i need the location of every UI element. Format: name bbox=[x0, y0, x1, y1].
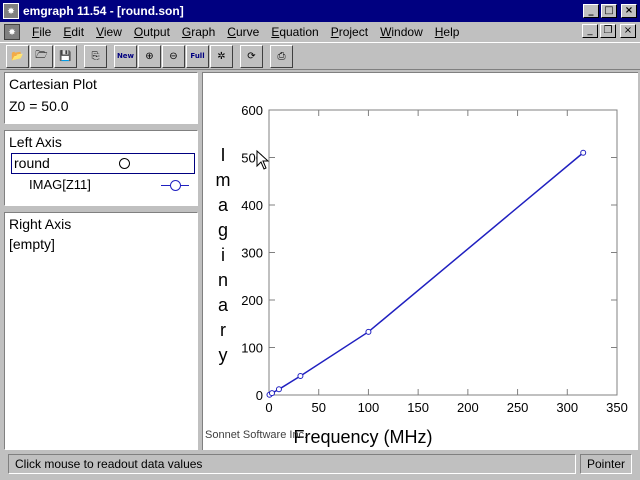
data-point bbox=[297, 373, 304, 379]
doc-minimize-button[interactable]: _ bbox=[582, 24, 598, 38]
document-controls: _ ❐ × bbox=[582, 24, 636, 38]
data-point bbox=[275, 386, 282, 393]
refresh-icon[interactable]: ⟳ bbox=[240, 44, 263, 68]
x-tick-label: 150 bbox=[407, 400, 429, 415]
window-controls: _ □ × bbox=[583, 4, 637, 18]
file-name: round bbox=[14, 155, 50, 171]
title-bar: ✸ emgraph 11.54 - [round.son] _ □ × bbox=[0, 0, 640, 22]
y-label-char: i bbox=[221, 245, 225, 265]
plot-svg[interactable]: Imaginary 0100200300400500600 0 50 100 150 2… bbox=[203, 73, 638, 450]
data-point bbox=[365, 328, 372, 335]
menu-equation[interactable]: Equation bbox=[265, 25, 324, 39]
status-message: Click mouse to readout data values bbox=[8, 454, 576, 474]
new-graph-button[interactable]: New bbox=[114, 44, 137, 68]
menu-window[interactable]: Window bbox=[374, 25, 429, 39]
app-window: ✸ emgraph 11.54 - [round.son] _ □ × ✸ Fi… bbox=[0, 0, 640, 480]
menu-curve[interactable]: Curve bbox=[221, 25, 265, 39]
minimize-button[interactable]: _ bbox=[583, 4, 599, 18]
menu-file[interactable]: File bbox=[26, 25, 57, 39]
plot-area[interactable]: Imaginary 0 100 200 300 400 500 600 0 50 100 150 2… bbox=[202, 72, 638, 450]
y-label-char: g bbox=[218, 220, 228, 240]
right-axis-title: Right Axis bbox=[9, 216, 72, 232]
x-tick-label: 350 bbox=[606, 400, 628, 415]
footer-text: Sonnet Software Inc. bbox=[205, 429, 307, 441]
x-tick-label: 0 bbox=[265, 400, 272, 415]
open-project-icon[interactable]: 🗁 bbox=[30, 44, 53, 68]
zoom-in-icon[interactable]: ⊕ bbox=[138, 44, 161, 68]
doc-close-button[interactable]: × bbox=[620, 24, 636, 38]
toolbar: 📂 🗁 💾 ⎘ New ⊕ ⊖ Full ✲ ⟳ ⎙ bbox=[0, 42, 640, 70]
copy-icon[interactable]: ⎘ bbox=[84, 44, 107, 68]
status-bar: Click mouse to readout data values Point… bbox=[0, 452, 640, 480]
full-label: Full bbox=[190, 52, 205, 60]
doc-restore-button[interactable]: ❐ bbox=[600, 24, 616, 38]
y-label-char: m bbox=[216, 170, 231, 190]
y-label-char: n bbox=[218, 270, 228, 290]
curve-name: IMAG[Z11] bbox=[29, 177, 91, 192]
y-tick-label: 0 bbox=[256, 388, 263, 403]
curve-row[interactable]: IMAG[Z11] bbox=[5, 174, 197, 196]
circle-marker-icon bbox=[119, 158, 130, 169]
x-tick-label: 50 bbox=[311, 400, 325, 415]
x-tick-label: 100 bbox=[358, 400, 380, 415]
curve-group-row[interactable]: round bbox=[11, 153, 195, 174]
x-tick-label: 200 bbox=[457, 400, 479, 415]
y-tick-label: 600 bbox=[241, 103, 263, 118]
right-axis-value: [empty] bbox=[9, 236, 55, 252]
maximize-button[interactable]: □ bbox=[601, 4, 617, 18]
y-tick-label: 300 bbox=[241, 246, 263, 261]
y-label-char: y bbox=[219, 345, 228, 365]
menu-bar: ✸ File Edit View Output Graph Curve Equa… bbox=[0, 22, 640, 41]
x-axis-label: Frequency (MHz) bbox=[293, 427, 432, 447]
left-axis-box[interactable]: Left Axis round IMAG[Z11] bbox=[4, 130, 198, 206]
y-tick-label: 200 bbox=[241, 293, 263, 308]
document-icon[interactable]: ✸ bbox=[4, 23, 20, 40]
zoom-full-button[interactable]: Full bbox=[186, 44, 209, 68]
menu-edit[interactable]: Edit bbox=[57, 25, 90, 39]
status-mode: Pointer bbox=[580, 454, 632, 474]
menu-view[interactable]: View bbox=[90, 25, 128, 39]
data-point bbox=[580, 149, 587, 156]
y-label-char: a bbox=[218, 195, 229, 215]
zoom-out-icon[interactable]: ⊖ bbox=[162, 44, 185, 68]
data-point bbox=[268, 390, 275, 397]
y-tick-label: 400 bbox=[241, 198, 263, 213]
menu-help[interactable]: Help bbox=[429, 25, 466, 39]
y-label-char: I bbox=[220, 145, 225, 165]
right-axis-box[interactable]: Right Axis [empty] bbox=[4, 212, 198, 450]
close-button[interactable]: × bbox=[621, 4, 637, 18]
plot-type-label: Cartesian Plot bbox=[9, 76, 97, 92]
zoom-settings-icon[interactable]: ✲ bbox=[210, 44, 233, 68]
curve-panel: Cartesian Plot Z0 = 50.0 Left Axis round… bbox=[4, 72, 198, 450]
app-icon[interactable]: ✸ bbox=[3, 3, 19, 19]
y-axis-label: Imaginary bbox=[216, 145, 231, 365]
save-icon[interactable]: 💾 bbox=[54, 44, 77, 68]
x-tick-label: 250 bbox=[507, 400, 529, 415]
plot-info-box[interactable]: Cartesian Plot Z0 = 50.0 bbox=[4, 72, 198, 124]
series-line bbox=[269, 152, 584, 396]
window-title: emgraph 11.54 - [round.son] bbox=[23, 4, 184, 18]
y-label-char: a bbox=[218, 295, 229, 315]
legend-circle-icon bbox=[170, 180, 181, 191]
y-label-char: r bbox=[220, 320, 226, 340]
y-tick-label: 100 bbox=[241, 341, 263, 356]
open-folder-icon[interactable]: 📂 bbox=[6, 44, 29, 68]
new-label: New bbox=[116, 52, 135, 60]
x-tick-label: 300 bbox=[556, 400, 578, 415]
menu-output[interactable]: Output bbox=[128, 25, 176, 39]
left-axis-title: Left Axis bbox=[9, 134, 62, 150]
print-icon[interactable]: ⎙ bbox=[270, 44, 293, 68]
menu-graph[interactable]: Graph bbox=[176, 25, 221, 39]
z0-label: Z0 = 50.0 bbox=[9, 98, 69, 114]
menu-project[interactable]: Project bbox=[325, 25, 374, 39]
plot-frame bbox=[268, 109, 618, 396]
